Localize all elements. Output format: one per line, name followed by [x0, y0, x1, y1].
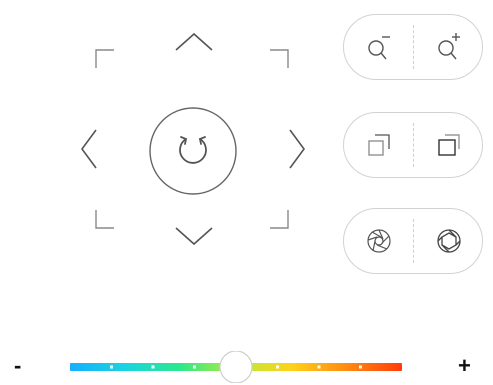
zoom-in-button[interactable] — [414, 15, 484, 79]
slider-plus-label[interactable]: + — [458, 355, 471, 377]
pan-up-button[interactable] — [172, 28, 216, 56]
window-maximize-button[interactable] — [414, 113, 484, 177]
color-slider[interactable] — [70, 351, 402, 383]
pan-down-button[interactable] — [172, 222, 216, 250]
aperture-open-button[interactable] — [414, 209, 484, 273]
chevron-left-icon — [81, 129, 97, 169]
chevron-right-icon — [289, 129, 305, 169]
zoom-out-icon — [368, 36, 390, 60]
pan-left-button[interactable] — [74, 126, 102, 172]
aperture-close-button[interactable] — [344, 209, 414, 273]
slider-thumb — [219, 351, 253, 383]
window-control — [343, 112, 483, 178]
frame-corner-top-left — [95, 49, 114, 68]
reset-view-button[interactable] — [148, 106, 238, 196]
slider-tick — [110, 365, 113, 369]
zoom-control — [343, 14, 483, 80]
chevron-up-icon — [175, 32, 213, 51]
window-restore-icon — [368, 134, 390, 156]
chevron-down-icon — [175, 227, 213, 246]
window-maximize-icon — [438, 134, 460, 156]
frame-corner-top-right — [270, 49, 289, 68]
frame-corner-bottom-left — [95, 210, 114, 229]
zoom-out-button[interactable] — [344, 15, 414, 79]
aperture-open-icon — [437, 229, 461, 253]
zoom-in-icon — [438, 33, 460, 60]
frame-corner-bottom-right — [270, 210, 289, 229]
slider-tick — [276, 365, 279, 369]
aperture-control — [343, 208, 483, 274]
slider-tick — [193, 365, 196, 369]
slider-minus-label[interactable]: - — [14, 355, 21, 377]
slider-tick — [151, 365, 155, 369]
slider-tick — [317, 365, 321, 369]
slider-tick — [359, 365, 362, 369]
window-restore-button[interactable] — [344, 113, 414, 177]
pan-right-button[interactable] — [284, 126, 312, 172]
aperture-close-icon — [367, 229, 391, 253]
reset-button-ring — [149, 107, 237, 195]
